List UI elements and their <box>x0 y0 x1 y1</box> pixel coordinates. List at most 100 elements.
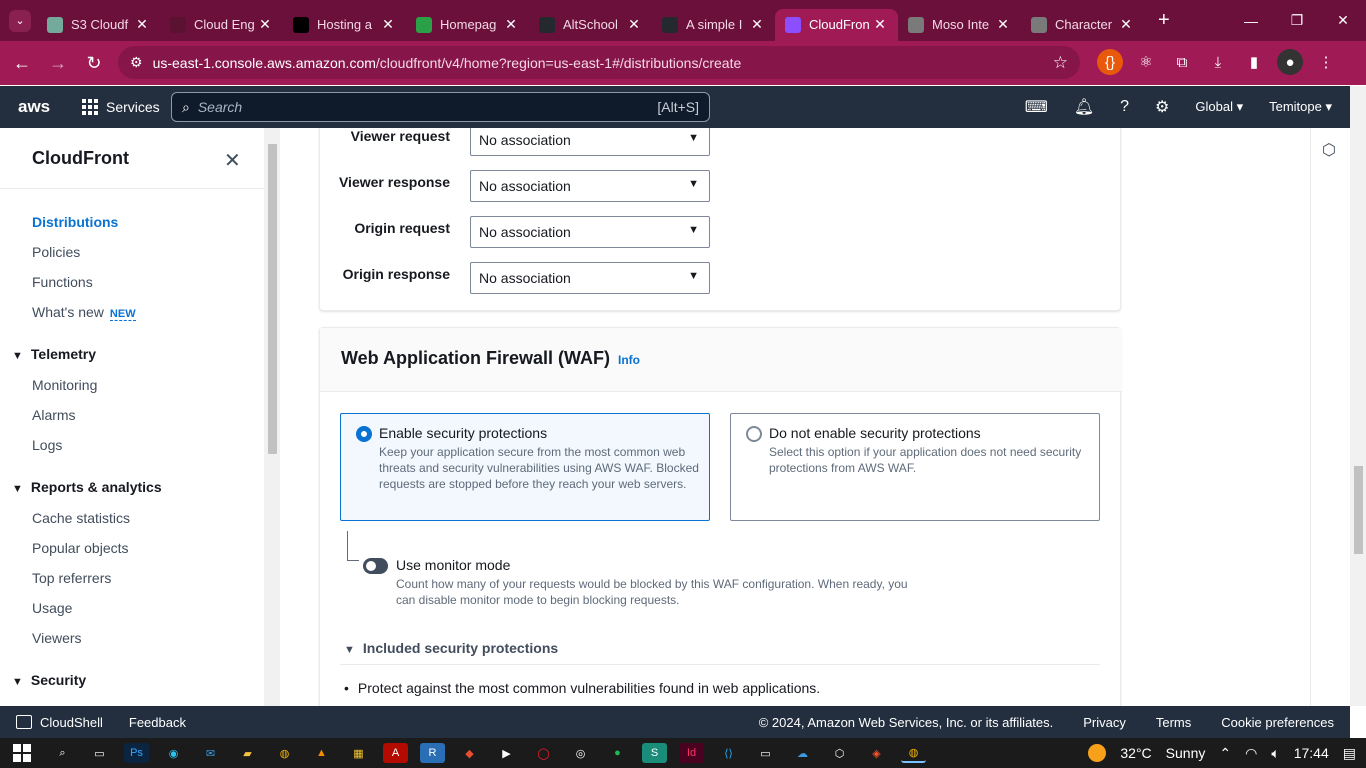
task-view-icon[interactable]: ▭ <box>87 743 112 763</box>
browser-tab[interactable]: Cloud Eng ✕ <box>160 9 283 41</box>
reload-icon[interactable]: ↻ <box>76 53 112 74</box>
browser-tab[interactable]: Homepag ✕ <box>406 9 529 41</box>
origin-request-select[interactable]: No association ▼ <box>470 216 710 248</box>
bookmark-star-icon[interactable]: ☆ <box>1053 53 1068 73</box>
viewer-response-select[interactable]: No association ▼ <box>470 170 710 202</box>
sidebar-item-monitoring[interactable]: Monitoring <box>32 377 97 393</box>
forward-icon[interactable]: → <box>40 53 76 74</box>
sidebar-item-functions[interactable]: Functions <box>32 274 93 290</box>
photoshop-icon[interactable]: Ps <box>124 743 149 763</box>
side-panel-icon[interactable]: ▮ <box>1241 49 1267 75</box>
browser-tab[interactable]: Character ✕ <box>1021 9 1144 41</box>
opera-icon[interactable]: ◯ <box>531 743 556 763</box>
cloudshell-button[interactable]: CloudShell <box>16 715 103 730</box>
sidebar-section-reports[interactable]: ▼ Reports & analytics <box>12 479 162 495</box>
tools-panel-icon[interactable]: ⬡ <box>1322 140 1336 160</box>
minimize-icon[interactable]: — <box>1228 0 1274 41</box>
sidebar-item-popular-objects[interactable]: Popular objects <box>32 540 129 556</box>
cloudshell-icon[interactable]: ⌨ <box>1025 97 1048 117</box>
tab-close-icon[interactable]: ✕ <box>749 16 765 33</box>
sidebar-item-whats-new[interactable]: What's new NEW <box>32 304 136 321</box>
brave-icon[interactable]: ◈ <box>864 743 889 763</box>
sidebar-item-cache-statistics[interactable]: Cache statistics <box>32 510 130 526</box>
file-explorer-icon[interactable]: ▰ <box>235 743 260 763</box>
close-window-icon[interactable]: ✕ <box>1320 0 1366 41</box>
disable-security-tile[interactable]: Do not enable security protections Selec… <box>730 413 1100 521</box>
help-icon[interactable]: ? <box>1120 98 1129 116</box>
sidebar-scrollbar[interactable] <box>264 128 280 706</box>
terminal-icon[interactable]: ▭ <box>753 743 778 763</box>
included-protections-expander[interactable]: ▼ Included security protections <box>344 640 558 656</box>
browser-tab[interactable]: Moso Inte ✕ <box>898 9 1021 41</box>
new-tab-button[interactable]: + <box>1158 9 1170 32</box>
address-bar[interactable]: ⚙ us-east-1.console.aws.amazon.com/cloud… <box>118 46 1080 79</box>
extensions-puzzle-icon[interactable]: ⧉ <box>1169 49 1195 75</box>
browser-tab[interactable]: Hosting a ✕ <box>283 9 406 41</box>
weather-temp[interactable]: 32°C <box>1120 745 1151 761</box>
tab-close-icon[interactable]: ✕ <box>503 16 519 33</box>
tab-close-icon[interactable]: ✕ <box>872 16 888 33</box>
sidebar-scroll-thumb[interactable] <box>268 144 277 454</box>
json-extension-icon[interactable]: {} <box>1097 49 1123 75</box>
notifications-icon[interactable]: ▤ <box>1343 745 1356 762</box>
feedback-link[interactable]: Feedback <box>129 715 186 730</box>
chrome-active-icon[interactable]: ◍ <box>901 743 926 763</box>
tab-close-icon[interactable]: ✕ <box>380 16 396 33</box>
virtualbox-icon[interactable]: ⬡ <box>827 743 852 763</box>
sidebar-item-distributions[interactable]: Distributions <box>32 214 118 230</box>
page-scrollbar[interactable] <box>1350 86 1366 706</box>
region-selector[interactable]: Global ▾ <box>1195 99 1243 115</box>
weather-desc[interactable]: Sunny <box>1166 745 1206 761</box>
browser-tab[interactable]: A simple I ✕ <box>652 9 775 41</box>
account-menu[interactable]: Temitope ▾ <box>1269 99 1332 115</box>
disable-security-radio[interactable] <box>746 426 762 442</box>
rstudio-icon[interactable]: R <box>420 743 445 763</box>
onedrive-icon[interactable]: ☁ <box>790 743 815 763</box>
info-link[interactable]: Info <box>618 353 640 367</box>
aws-logo[interactable]: aws <box>18 97 66 117</box>
tab-close-icon[interactable]: ✕ <box>134 16 150 33</box>
react-devtools-icon[interactable]: ⚛ <box>1133 49 1159 75</box>
calculator-icon[interactable]: ▦ <box>346 743 371 763</box>
sidebar-item-alarms[interactable]: Alarms <box>32 407 76 423</box>
sidebar-item-usage[interactable]: Usage <box>32 600 72 616</box>
browser-tab[interactable]: S3 Cloudf ✕ <box>37 9 160 41</box>
restore-icon[interactable]: ❐ <box>1274 0 1320 41</box>
close-icon[interactable]: ✕ <box>224 148 241 173</box>
tab-close-icon[interactable]: ✕ <box>995 16 1011 33</box>
site-info-icon[interactable]: ⚙ <box>130 54 143 71</box>
chevron-up-icon[interactable]: ⌃ <box>1219 745 1231 762</box>
tab-search-icon[interactable]: ⌄ <box>9 9 31 32</box>
vscode-icon[interactable]: ⟨⟩ <box>716 743 741 763</box>
acrobat-icon[interactable]: A <box>383 743 408 763</box>
download-icon[interactable]: ⤓ <box>1205 49 1231 75</box>
browser-menu-icon[interactable]: ⋮ <box>1313 49 1339 75</box>
windows-start-icon[interactable] <box>8 744 36 762</box>
obs-icon[interactable]: ◎ <box>568 743 593 763</box>
monitor-mode-toggle[interactable] <box>363 558 388 574</box>
tab-close-icon[interactable]: ✕ <box>257 16 273 33</box>
settings-gear-icon[interactable]: ⚙ <box>1155 97 1169 117</box>
tab-close-icon[interactable]: ✕ <box>626 16 642 33</box>
wifi-icon[interactable]: ◠ <box>1245 745 1257 762</box>
sidebar-item-policies[interactable]: Policies <box>32 244 80 260</box>
edge-icon[interactable]: ◉ <box>161 743 186 763</box>
app-icon[interactable]: S <box>642 743 667 763</box>
search-input[interactable]: ⌕ Search [Alt+S] <box>171 92 710 122</box>
indesign-icon[interactable]: Id <box>679 743 704 763</box>
terms-link[interactable]: Terms <box>1156 715 1191 730</box>
sidebar-section-security[interactable]: ▼ Security <box>12 672 86 688</box>
enable-security-tile[interactable]: Enable security protections Keep your ap… <box>340 413 710 521</box>
sidebar-item-logs[interactable]: Logs <box>32 437 62 453</box>
cookie-preferences-link[interactable]: Cookie preferences <box>1221 715 1334 730</box>
sidebar-item-top-referrers[interactable]: Top referrers <box>32 570 111 586</box>
origin-response-select[interactable]: No association ▼ <box>470 262 710 294</box>
sidebar-item-viewers[interactable]: Viewers <box>32 630 82 646</box>
viewer-request-select[interactable]: No association ▼ <box>470 128 710 156</box>
browser-tab[interactable]: CloudFron ✕ <box>775 8 898 41</box>
volume-icon[interactable]: 🔈︎ <box>1271 745 1279 762</box>
chrome-icon[interactable]: ◍ <box>272 743 297 763</box>
notifications-bell-icon[interactable]: 🔔︎ <box>1074 97 1094 117</box>
back-icon[interactable]: ← <box>4 53 40 74</box>
services-menu[interactable]: Services <box>82 99 160 115</box>
